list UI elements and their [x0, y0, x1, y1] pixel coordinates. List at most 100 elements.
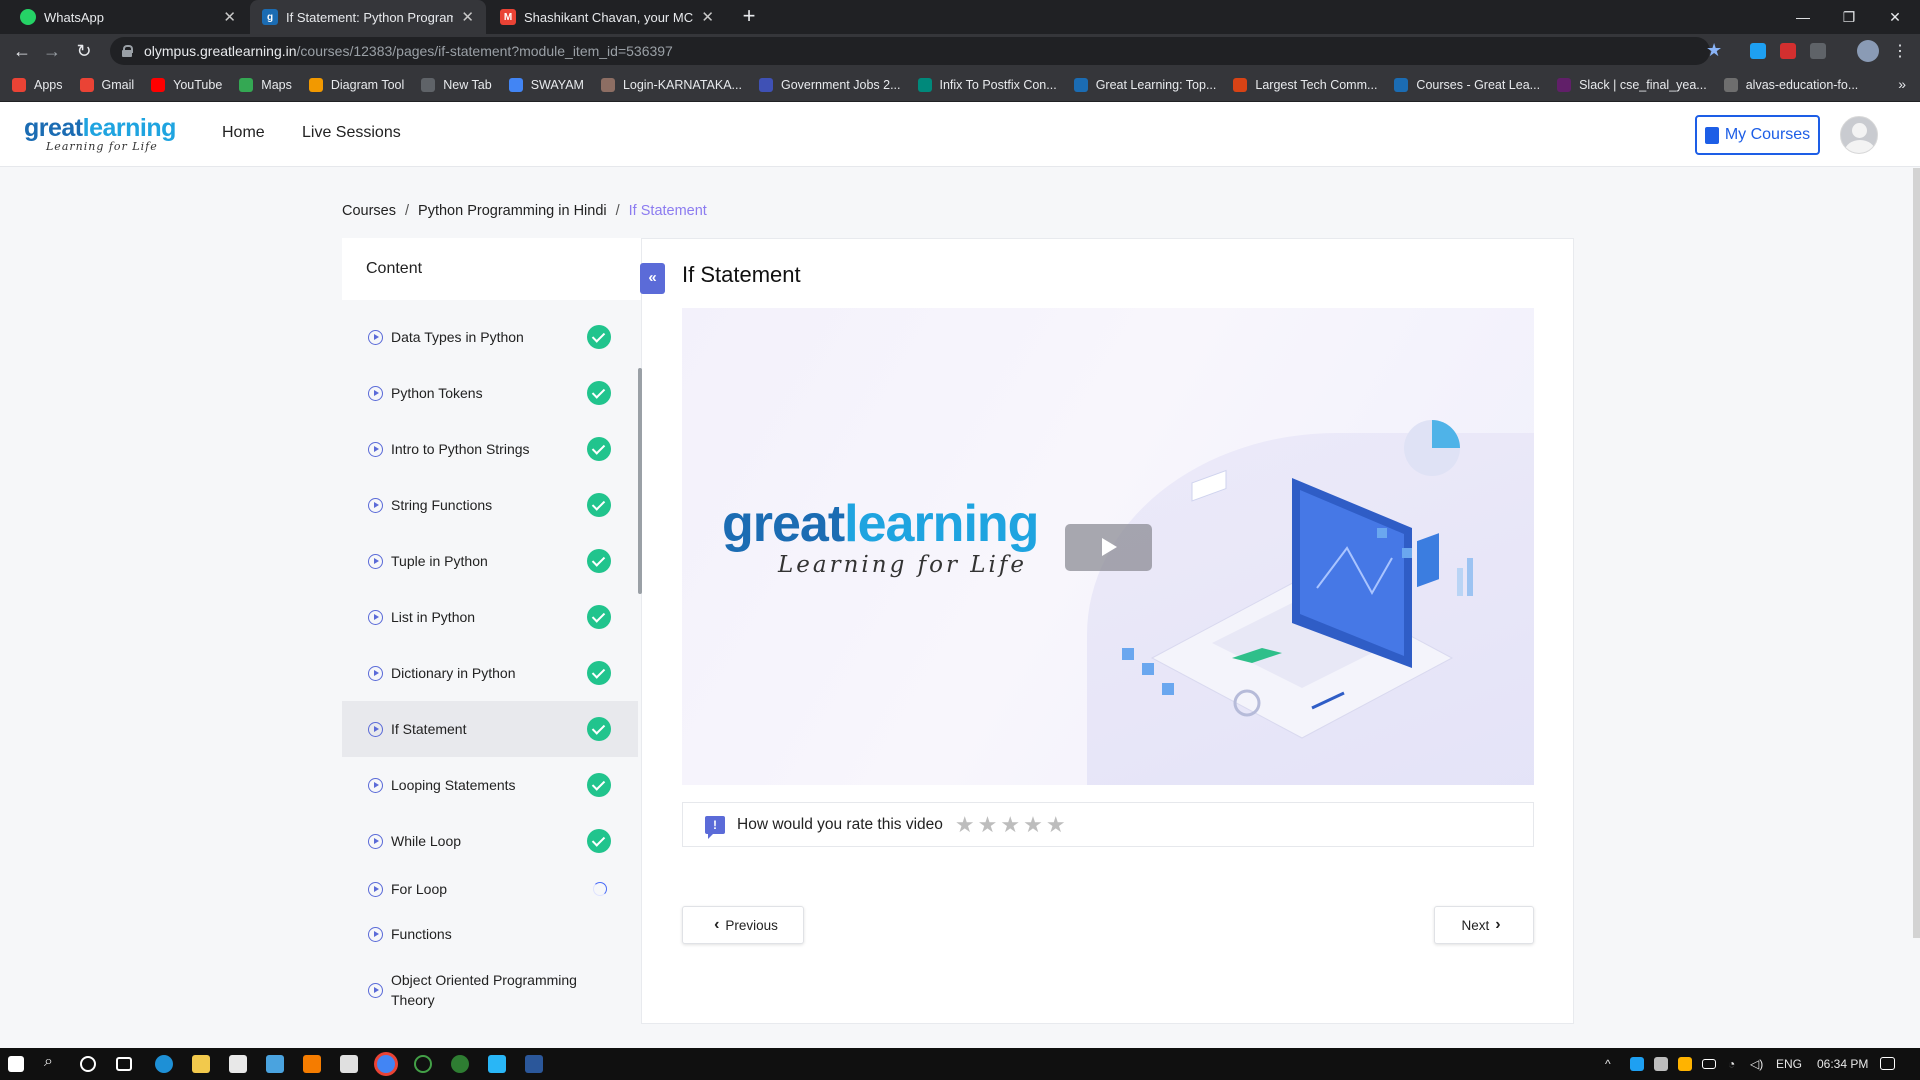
vlc-icon[interactable]	[303, 1055, 321, 1073]
page-scrollbar[interactable]	[1913, 168, 1920, 938]
star-rating[interactable]: ★ ★ ★ ★ ★	[955, 812, 1069, 838]
store-icon[interactable]	[340, 1055, 358, 1073]
volume-icon[interactable]: ◁)	[1750, 1057, 1763, 1071]
bookmark-item[interactable]: Great Learning: Top...	[1073, 77, 1216, 92]
address-bar[interactable]: olympus.greatlearning.in /courses/12383/…	[110, 37, 1710, 65]
bookmark-item[interactable]: New Tab	[421, 77, 492, 92]
my-courses-button[interactable]: My Courses	[1695, 115, 1820, 155]
windows-taskbar: ⌕ ^ ◔ ◁) ENG 06:34 PM	[0, 1048, 1920, 1080]
bookmark-item[interactable]: Government Jobs 2...	[758, 77, 901, 92]
close-tab-icon[interactable]: ✕	[461, 8, 474, 26]
sidebar-item[interactable]: Intro to Python Strings	[342, 421, 638, 477]
reload-button[interactable]: ↻	[72, 39, 96, 63]
app-icon[interactable]	[266, 1055, 284, 1073]
tray-chevron-icon[interactable]: ^	[1605, 1057, 1611, 1071]
sidebar-scrollbar[interactable]	[638, 368, 642, 594]
star-icon[interactable]: ★	[1000, 812, 1020, 838]
nav-live-sessions[interactable]: Live Sessions	[302, 124, 401, 142]
next-button[interactable]: Next ›	[1434, 906, 1534, 944]
star-icon[interactable]: ★	[978, 812, 998, 838]
bookmark-item[interactable]: SWAYAM	[508, 77, 584, 92]
battery-icon[interactable]	[1702, 1059, 1716, 1069]
word-icon[interactable]	[525, 1055, 543, 1073]
star-icon[interactable]: ★	[1023, 812, 1043, 838]
tab-whatsapp[interactable]: WhatsApp ✕	[8, 0, 248, 34]
tab-if-statement[interactable]: g If Statement: Python Programming ✕	[250, 0, 486, 34]
breadcrumb-courses[interactable]: Courses	[342, 203, 396, 219]
tray-icon[interactable]	[1630, 1057, 1644, 1071]
bookmark-item[interactable]: Diagram Tool	[308, 77, 404, 92]
new-tab-button[interactable]: +	[736, 4, 762, 30]
app-icon[interactable]	[414, 1055, 432, 1073]
edge-icon[interactable]	[155, 1055, 173, 1073]
bookmark-item[interactable]: Infix To Postfix Con...	[917, 77, 1057, 92]
bookmark-item[interactable]: Login-KARNATAKA...	[600, 77, 742, 92]
avatar[interactable]	[1840, 116, 1878, 154]
sidebar-item[interactable]: Dictionary in Python	[342, 645, 638, 701]
sidebar-item[interactable]: Object Oriented Programming Theory	[342, 956, 638, 1024]
back-button[interactable]: ←	[10, 39, 34, 63]
task-view-icon[interactable]	[116, 1057, 132, 1071]
sidebar-item[interactable]: String Functions	[342, 477, 638, 533]
bookmark-item[interactable]: Courses - Great Lea...	[1394, 77, 1540, 92]
greatlearning-logo[interactable]: greatlearning Learning for Life	[24, 116, 176, 154]
file-explorer-icon[interactable]	[192, 1055, 210, 1073]
app-icon[interactable]	[451, 1055, 469, 1073]
mail-icon[interactable]	[229, 1055, 247, 1073]
breadcrumb-course[interactable]: Python Programming in Hindi	[418, 203, 607, 219]
bookmark-item[interactable]: Slack | cse_final_yea...	[1557, 77, 1707, 92]
adblock-icon[interactable]	[1780, 43, 1796, 59]
check-circle-icon	[587, 605, 611, 629]
bookmark-star-icon[interactable]: ★	[1706, 40, 1722, 61]
tray-icon[interactable]	[1654, 1057, 1668, 1071]
sidebar-item[interactable]: For Loop	[342, 867, 638, 911]
extension-icon[interactable]	[1810, 43, 1826, 59]
profile-icon[interactable]	[1857, 40, 1879, 62]
cortana-icon[interactable]	[80, 1056, 96, 1072]
url-host: olympus.greatlearning.in	[144, 43, 297, 59]
chrome-icon[interactable]	[377, 1055, 395, 1073]
clock[interactable]: 06:34 PM	[1817, 1057, 1868, 1071]
close-tab-icon[interactable]: ✕	[223, 8, 236, 26]
close-window-button[interactable]: ✕	[1872, 0, 1918, 34]
app-icon[interactable]	[488, 1055, 506, 1073]
previous-button[interactable]: ‹ Previous	[682, 906, 804, 944]
minimize-button[interactable]: —	[1780, 0, 1826, 34]
sidebar-item[interactable]: Python Tokens	[342, 365, 638, 421]
star-icon[interactable]: ★	[955, 812, 975, 838]
bookmark-item[interactable]: YouTube	[151, 77, 222, 92]
search-icon[interactable]: ⌕	[44, 1053, 53, 1071]
play-button[interactable]	[1065, 524, 1152, 571]
windows-start-icon[interactable]	[8, 1056, 24, 1072]
sidebar-item[interactable]: Looping Statements	[342, 757, 638, 813]
site-header	[0, 102, 1920, 167]
menu-kebab-icon[interactable]: ⋮	[1892, 41, 1908, 61]
bookmark-item[interactable]: alvas-education-fo...	[1723, 77, 1858, 92]
bookmark-item[interactable]: Maps	[239, 77, 292, 92]
sidebar-item[interactable]: List in Python	[342, 589, 638, 645]
bookmark-item[interactable]: Apps	[12, 77, 63, 92]
sidebar-item[interactable]: Functions	[342, 912, 638, 956]
nav-home[interactable]: Home	[222, 124, 265, 142]
star-icon[interactable]: ★	[1046, 812, 1066, 838]
language-indicator[interactable]: ENG	[1776, 1057, 1802, 1071]
bookmark-item[interactable]: Gmail	[79, 77, 134, 92]
sidebar-item[interactable]: While Loop	[342, 813, 638, 869]
forward-button[interactable]: →	[40, 39, 64, 63]
bookmark-favicon-icon	[600, 77, 615, 92]
sidebar-item[interactable]: Data Types in Python	[342, 309, 638, 365]
collapse-sidebar-button[interactable]: «	[640, 263, 665, 294]
restore-button[interactable]: ❐	[1826, 0, 1872, 34]
wifi-icon[interactable]: ◔	[1728, 1057, 1735, 1071]
extension-icon[interactable]	[1750, 43, 1766, 59]
notifications-icon[interactable]	[1880, 1057, 1895, 1070]
bookmark-item[interactable]: Largest Tech Comm...	[1233, 77, 1377, 92]
tray-icon[interactable]	[1678, 1057, 1692, 1071]
sidebar-item[interactable]: If Statement	[342, 701, 638, 757]
more-bookmarks-icon[interactable]: »	[1898, 76, 1906, 92]
close-tab-icon[interactable]: ✕	[701, 8, 714, 26]
whatsapp-icon	[20, 9, 36, 25]
sidebar-item[interactable]: Tuple in Python	[342, 533, 638, 589]
tab-gmail[interactable]: M Shashikant Chavan, your MCQ re ✕	[488, 0, 726, 34]
video-player[interactable]: greatlearning Learning for Life	[682, 308, 1534, 785]
